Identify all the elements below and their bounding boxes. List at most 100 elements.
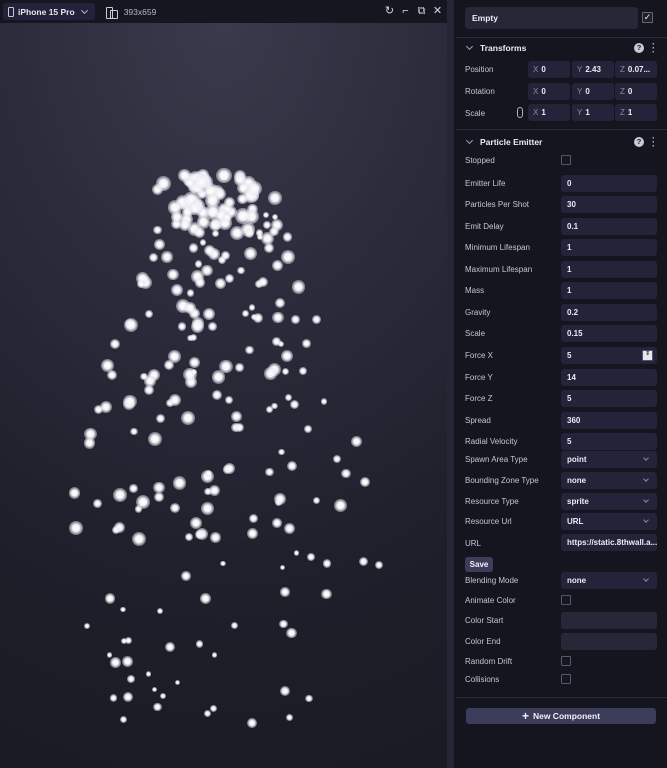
axis-label: Z — [620, 65, 625, 74]
save-button[interactable]: Save — [465, 557, 493, 572]
collisions-label: Collisions — [465, 675, 500, 684]
rotation-x-input[interactable]: X0 — [528, 83, 570, 100]
particle-sprite — [242, 310, 249, 317]
spinner-icon[interactable]: ⇕ — [642, 350, 653, 361]
particle-sprite — [279, 564, 286, 571]
particle-sprite — [120, 715, 128, 724]
section-divider — [456, 129, 667, 130]
field-value: 1 — [567, 265, 572, 274]
particle-sprite — [235, 363, 244, 372]
new-component-button[interactable]: + New Component — [466, 708, 656, 724]
particle-sprite — [167, 268, 179, 281]
particle-sprite — [302, 339, 311, 348]
particle-sprite — [106, 652, 113, 658]
value: 1 — [585, 108, 590, 117]
device-select[interactable]: iPhone 15 Pro — [3, 3, 95, 20]
spawn-area-type-select[interactable]: point — [561, 451, 657, 468]
particle-sprite — [153, 239, 165, 251]
link-scale-icon[interactable] — [517, 107, 523, 118]
particle-sprite — [280, 587, 290, 597]
help-icon[interactable]: ? — [634, 137, 644, 147]
inspector-panel: Empty ✓ Transforms ? · · · Position X0 Y 2.… — [456, 0, 667, 768]
scale-z-input[interactable]: Z1 — [615, 104, 657, 121]
bounding-zone-type-select[interactable]: none — [561, 472, 657, 489]
radial-velocity-input[interactable]: 5 — [561, 433, 657, 450]
axis-label: X — [533, 87, 539, 96]
url-label: URL — [465, 539, 482, 548]
select-value: URL — [567, 517, 584, 526]
emit-delay-input[interactable]: 0.1 — [561, 218, 657, 235]
more-options-icon[interactable]: · · · — [652, 40, 655, 57]
help-icon[interactable]: ? — [634, 43, 644, 53]
particle-sprite — [291, 280, 306, 294]
stopped-checkbox[interactable] — [561, 155, 571, 165]
scale-y-input[interactable]: Y1 — [572, 104, 614, 121]
blending-mode-select[interactable]: none — [561, 572, 657, 589]
entity-header: Empty ✓ — [456, 0, 667, 38]
maximum-lifespan-input[interactable]: 1 — [561, 261, 657, 278]
minimum-lifespan-input[interactable]: 1 — [561, 239, 657, 256]
emitter-life-input[interactable]: 0 — [561, 175, 657, 192]
entity-name-input[interactable]: Empty — [465, 7, 638, 29]
particle-sprite — [181, 410, 196, 425]
resource-type-select[interactable]: sprite — [561, 493, 657, 510]
particle-sprite — [124, 317, 139, 332]
force-y-label: Force Y — [465, 373, 493, 382]
particle-sprite — [212, 389, 223, 400]
scale-x-input[interactable]: X1 — [528, 104, 570, 121]
rotation-y-input[interactable]: Y0 — [572, 83, 614, 100]
force-z-input[interactable]: 5 — [561, 390, 657, 407]
force-y-input[interactable]: 14 — [561, 369, 657, 386]
color-end-picker[interactable] — [561, 633, 657, 650]
particle-sprite — [191, 368, 198, 375]
random-drift-checkbox[interactable] — [561, 656, 571, 666]
minimum-lifespan-label: Minimum Lifespan — [465, 243, 530, 252]
panel-splitter[interactable] — [447, 0, 454, 768]
url-input[interactable]: https://static.8thwall.a... — [561, 534, 657, 551]
viewport-pane: iPhone 15 Pro 393x659 ↻ ⌐ ⧉ ✕ — [0, 0, 447, 768]
popout-icon[interactable]: ⧉ — [416, 6, 427, 17]
entity-enabled-checkbox[interactable]: ✓ — [642, 12, 653, 23]
particle-sprite — [286, 714, 293, 721]
color-end-label: Color End — [465, 637, 501, 646]
blending-mode-label: Blending Mode — [465, 576, 519, 585]
particle-sprite — [351, 435, 363, 447]
particles-per-shot-input[interactable]: 30 — [561, 196, 657, 213]
particle-sprite — [244, 246, 258, 261]
particle-sprite — [244, 228, 255, 238]
collisions-checkbox[interactable] — [561, 674, 571, 684]
particle-sprite — [220, 561, 226, 567]
value: 1 — [627, 108, 633, 117]
particles-per-shot-label: Particles Per Shot — [465, 200, 530, 209]
particle-sprite — [120, 606, 126, 612]
force-x-input[interactable]: 5 ⇕ — [561, 347, 657, 364]
position-x-input[interactable]: X0 — [528, 61, 570, 78]
particle-sprite — [209, 705, 218, 713]
value: 1 — [541, 108, 546, 117]
particle-sprite — [129, 484, 138, 493]
mass-input[interactable]: 1 — [561, 282, 657, 299]
refresh-icon[interactable]: ↻ — [384, 6, 395, 17]
field-value: 360 — [567, 416, 581, 425]
rotate-device-icon[interactable] — [105, 6, 118, 19]
more-options-icon[interactable]: · · · — [652, 134, 655, 151]
particle-sprite — [189, 333, 198, 341]
color-start-picker[interactable] — [561, 612, 657, 629]
particle-sprite — [277, 448, 285, 456]
scene-canvas[interactable] — [0, 23, 447, 768]
particle-emitter-header[interactable]: Particle Emitter ? · · · — [456, 133, 667, 151]
spread-input[interactable]: 360 — [561, 412, 657, 429]
transforms-header[interactable]: Transforms ? · · · — [456, 39, 667, 57]
scale-input[interactable]: 0.15 — [561, 325, 657, 342]
resource-url-select[interactable]: URL — [561, 513, 657, 530]
value: 0 — [585, 87, 590, 96]
position-y-input[interactable]: Y 2.43 — [572, 61, 614, 78]
close-icon[interactable]: ✕ — [432, 6, 443, 17]
new-component-label: New Component — [532, 711, 601, 721]
gravity-input[interactable]: 0.2 — [561, 304, 657, 321]
bounding-zone-type-label: Bounding Zone Type — [465, 476, 539, 485]
collapse-icon[interactable]: ⌐ — [400, 6, 411, 17]
rotation-z-input[interactable]: Z0 — [615, 83, 657, 100]
position-z-input[interactable]: Z 0.07... — [615, 61, 657, 78]
animate-color-checkbox[interactable] — [561, 595, 571, 605]
